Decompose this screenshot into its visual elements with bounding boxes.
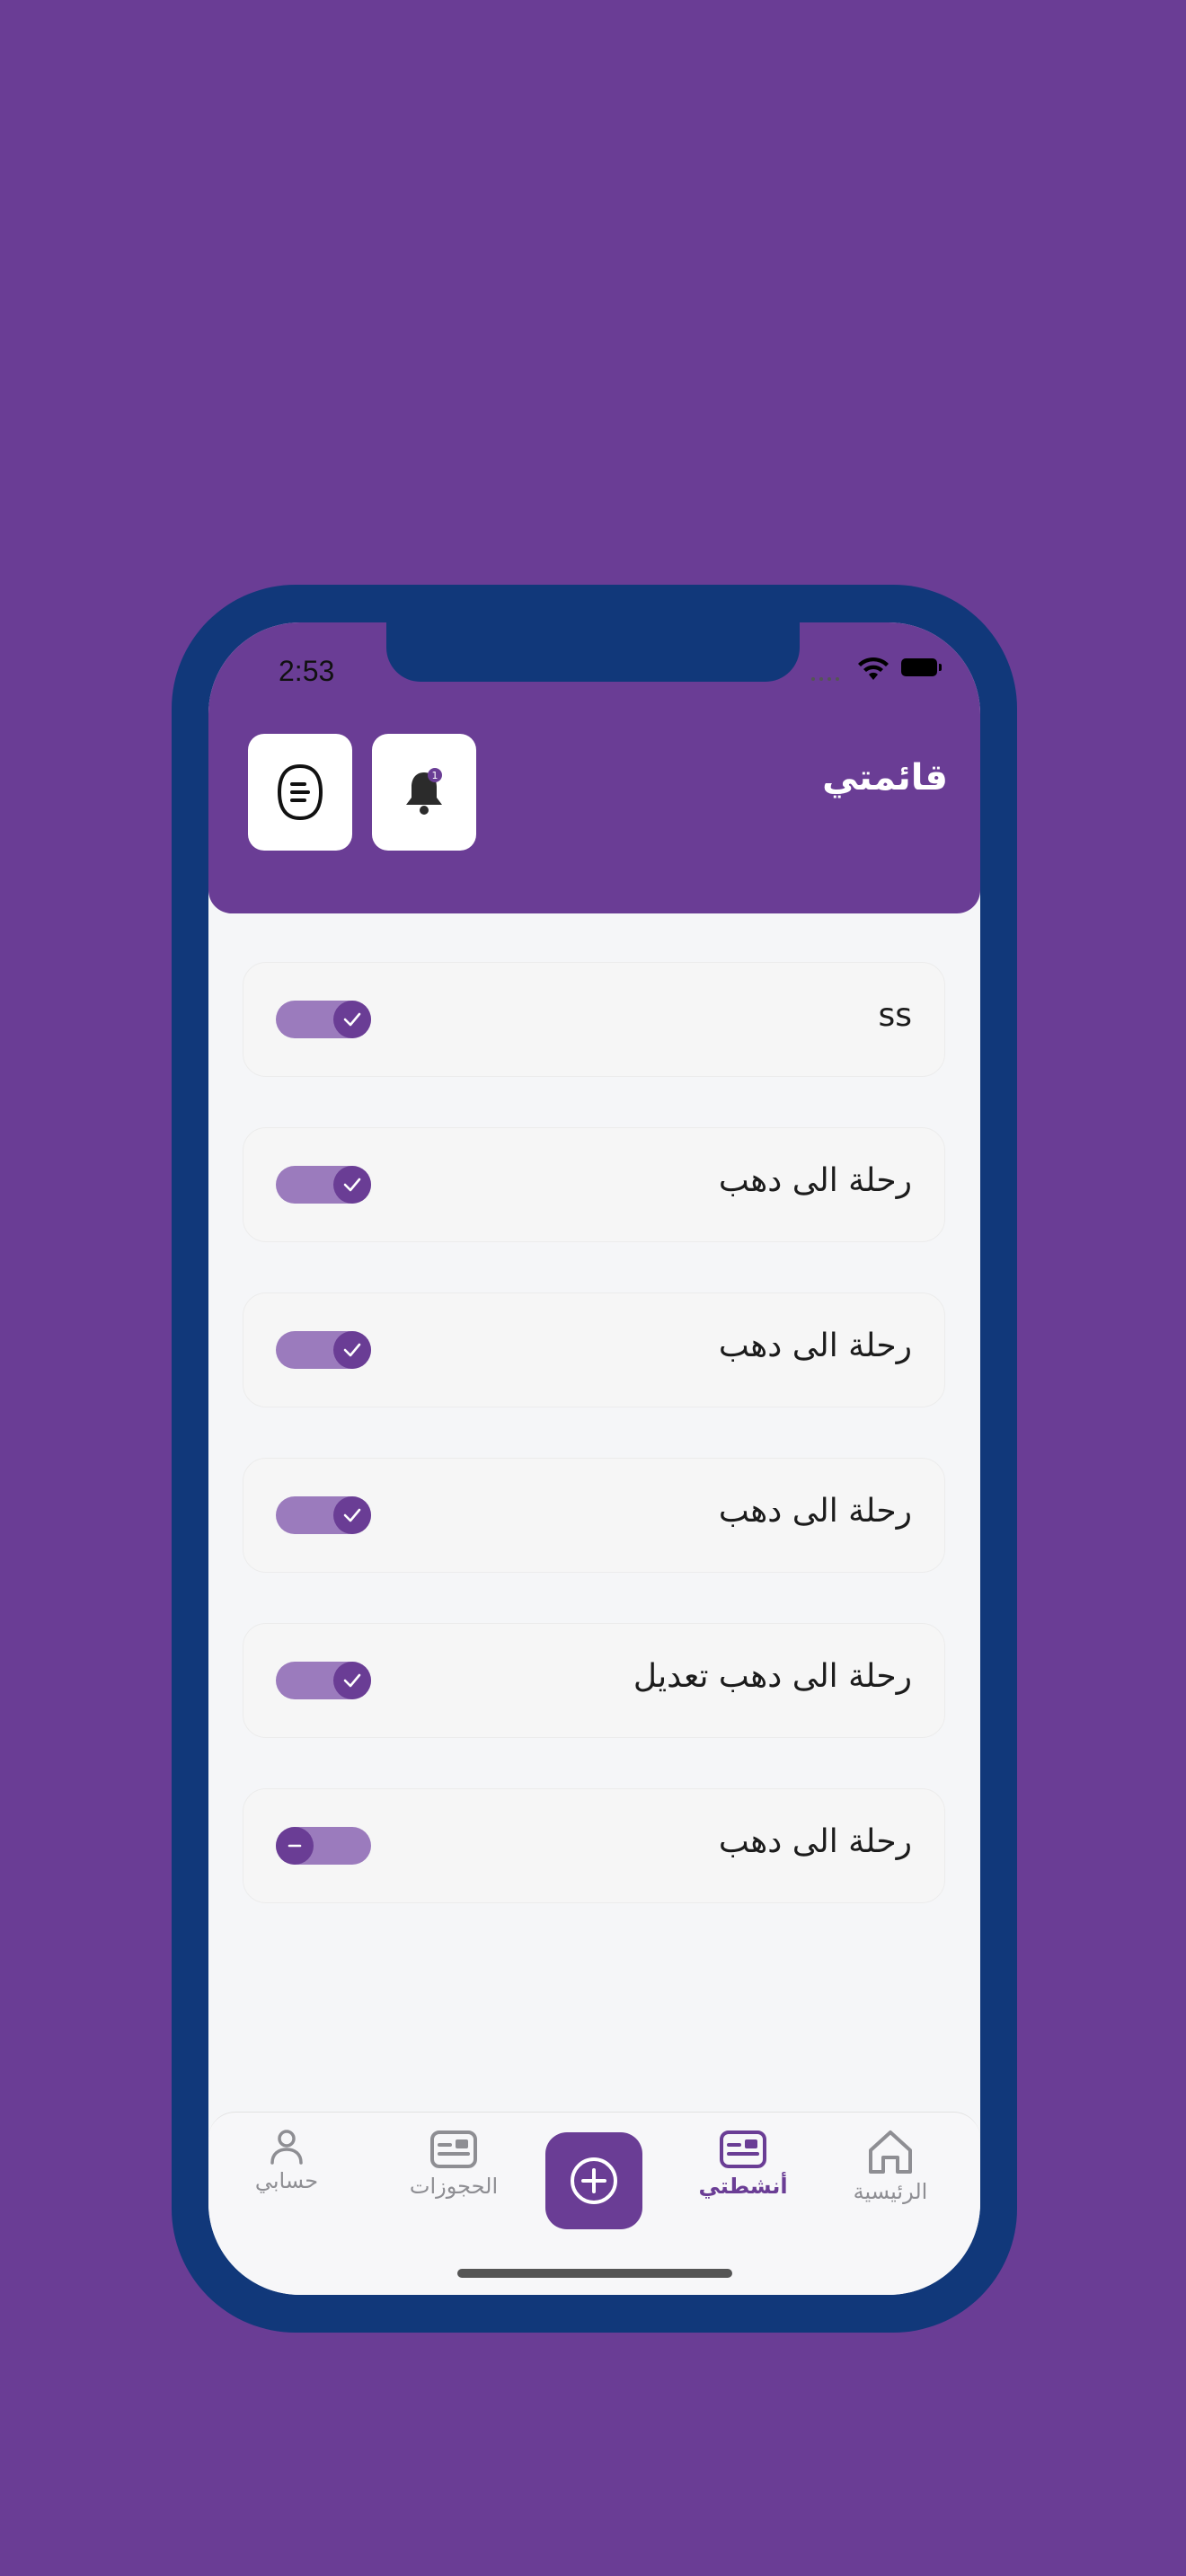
item-toggle[interactable] <box>276 1496 371 1534</box>
bottom-tab-bar: الرئيسية أنشطتي الحجوزات حسابي <box>208 2112 980 2295</box>
list-icon <box>277 763 323 821</box>
notifications-button[interactable]: 1 <box>372 734 476 851</box>
item-label: رحلة الى دهب <box>718 1493 912 1530</box>
notch <box>386 622 800 682</box>
tab-bookings-label: الحجوزات <box>409 2174 499 2199</box>
check-icon <box>333 1496 371 1534</box>
page-title: قائمتي <box>822 757 948 798</box>
tab-bookings[interactable]: الحجوزات <box>395 2127 512 2199</box>
card-icon <box>430 2130 477 2168</box>
card-icon <box>720 2130 766 2168</box>
list-item[interactable]: رحلة الى دهب <box>243 1458 945 1573</box>
person-icon <box>270 2130 303 2165</box>
home-indicator <box>457 2269 732 2278</box>
item-toggle[interactable] <box>276 1827 371 1865</box>
check-icon <box>333 1166 371 1204</box>
item-label: رحلة الى دهب تعديل <box>633 1658 912 1695</box>
svg-text:1: 1 <box>432 770 438 781</box>
phone-frame: 2:53 1 قائمتي ss رحلة الى دهب رحلة الى د… <box>172 585 1017 2333</box>
tab-activities-label: أنشطتي <box>698 2174 788 2199</box>
header: 2:53 1 قائمتي <box>208 622 980 913</box>
item-toggle[interactable] <box>276 1001 371 1038</box>
tab-activities[interactable]: أنشطتي <box>685 2127 801 2199</box>
check-icon <box>333 1331 371 1369</box>
item-toggle[interactable] <box>276 1166 371 1204</box>
check-icon <box>333 1001 371 1038</box>
tab-home-label: الرئيسية <box>853 2179 928 2204</box>
menu-button[interactable] <box>248 734 352 851</box>
item-label: رحلة الى دهب <box>718 1823 912 1860</box>
list-item[interactable]: رحلة الى دهب تعديل <box>243 1623 945 1738</box>
item-label: رحلة الى دهب <box>718 1162 912 1199</box>
wifi-icon <box>858 657 889 680</box>
tab-account[interactable]: حسابي <box>228 2127 345 2193</box>
list-item[interactable]: رحلة الى دهب <box>243 1292 945 1407</box>
add-button[interactable] <box>545 2132 642 2229</box>
home-icon <box>869 2130 912 2174</box>
check-icon <box>333 1662 371 1699</box>
item-toggle[interactable] <box>276 1331 371 1369</box>
list-item[interactable]: ss <box>243 962 945 1077</box>
minus-icon <box>276 1827 314 1865</box>
bell-icon: 1 <box>406 768 442 815</box>
tab-account-label: حسابي <box>254 2168 319 2193</box>
status-time: 2:53 <box>279 655 335 687</box>
list-item[interactable]: رحلة الى دهب <box>243 1788 945 1903</box>
list-item[interactable]: رحلة الى دهب <box>243 1127 945 1242</box>
item-toggle[interactable] <box>276 1662 371 1699</box>
status-icons <box>799 657 943 681</box>
item-label: رحلة الى دهب <box>718 1328 912 1364</box>
app-screen: 2:53 1 قائمتي ss رحلة الى دهب رحلة الى د… <box>208 622 980 2295</box>
battery-icon <box>901 658 943 678</box>
signal-dots-icon <box>811 667 847 681</box>
item-label: ss <box>878 997 912 1034</box>
tab-home[interactable]: الرئيسية <box>832 2127 949 2204</box>
plus-circle-icon <box>571 2157 617 2204</box>
